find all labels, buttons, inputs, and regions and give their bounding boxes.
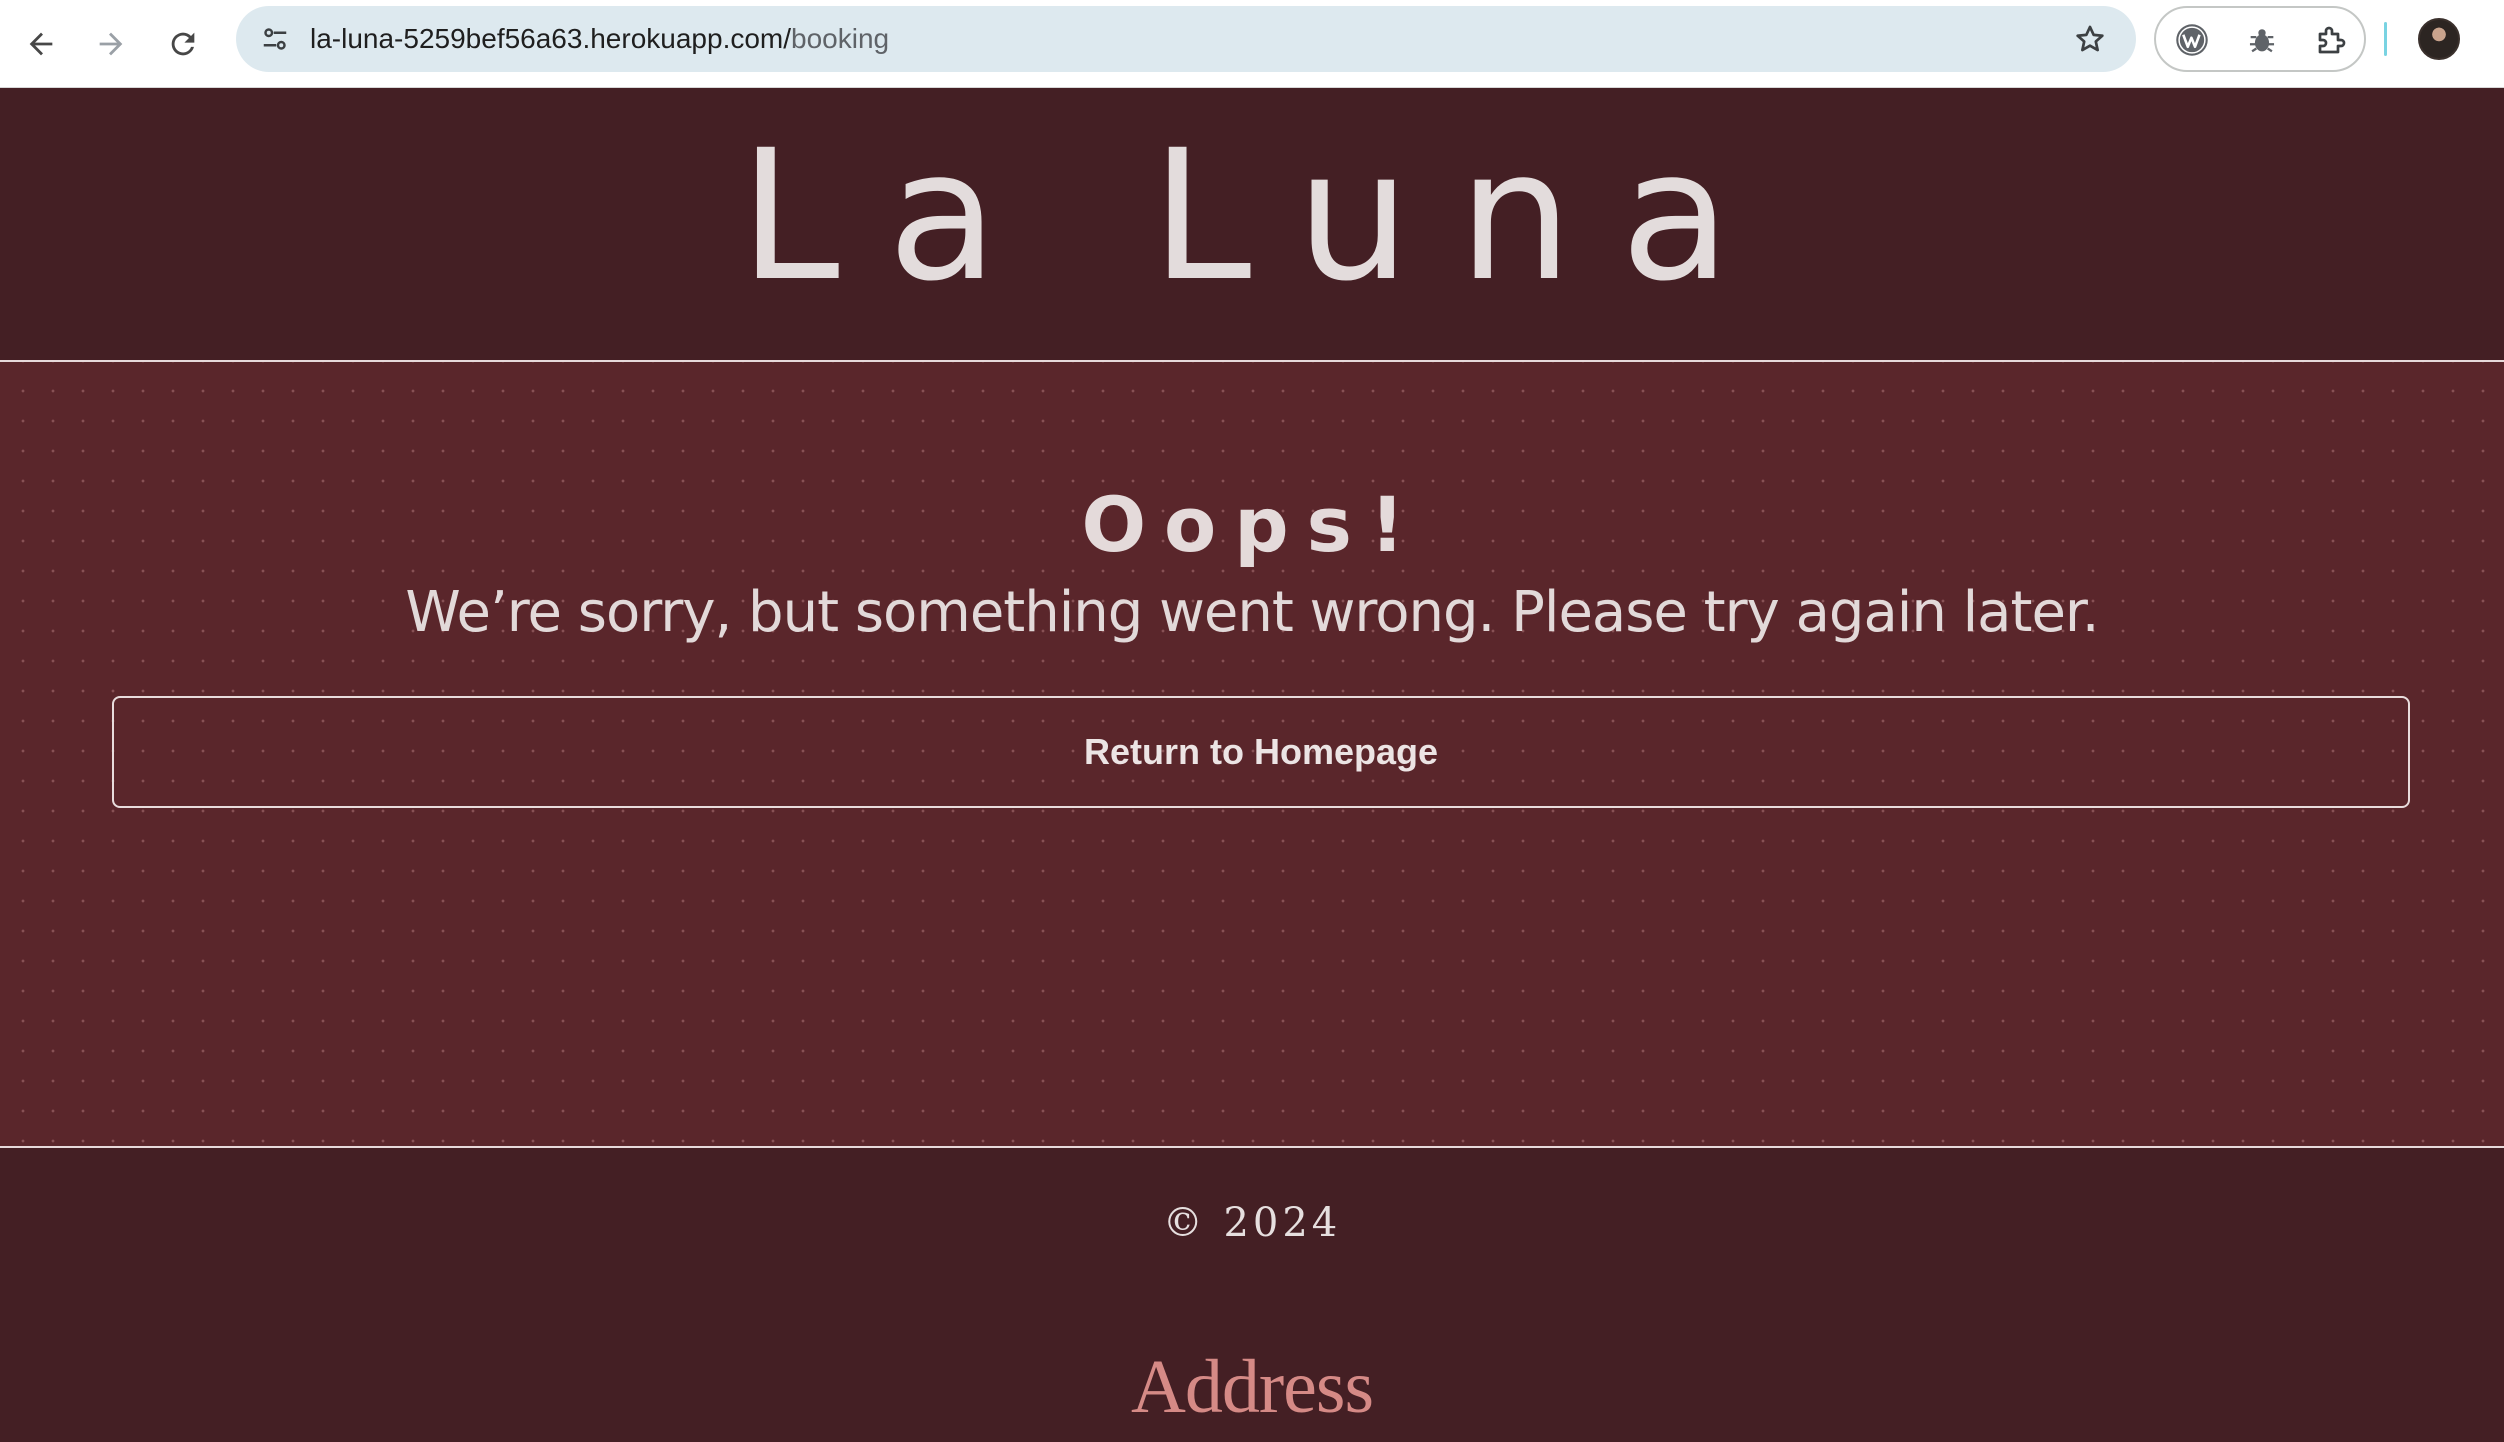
puzzle-icon — [2318, 26, 2346, 54]
wordpress-icon — [2176, 24, 2208, 56]
address-bar[interactable]: la-luna-5259bef56a63.herokuapp.com/booki… — [236, 6, 2136, 72]
star-icon — [2076, 25, 2104, 52]
extensions-group — [2154, 6, 2366, 72]
wordpress-extension-button[interactable] — [2170, 18, 2214, 62]
address-heading: Address — [1130, 1345, 1374, 1429]
url-path: booking — [791, 23, 890, 54]
profile-avatar[interactable] — [2418, 18, 2460, 60]
reload-icon — [171, 32, 195, 56]
error-message: We’re sorry, but something went wrong. P… — [405, 580, 2099, 645]
copyright-text: © 2024 — [1162, 1200, 1342, 1246]
bug-extension-button[interactable] — [2240, 18, 2284, 62]
error-section: Oops! We’re sorry, but something went wr… — [0, 362, 2504, 1146]
bookmark-button[interactable] — [2070, 19, 2110, 59]
arrow-left-icon — [29, 32, 53, 56]
site-footer: © 2024 Address — [0, 1146, 2504, 1442]
arrow-right-icon — [99, 32, 123, 56]
extensions-menu-button[interactable] — [2310, 18, 2354, 62]
tune-icon — [263, 28, 287, 50]
reload-button[interactable] — [156, 17, 210, 71]
bug-icon — [2249, 29, 2275, 53]
toolbar-divider — [2384, 22, 2387, 56]
forward-button[interactable] — [84, 17, 138, 71]
site-header: La Luna — [0, 88, 2504, 362]
url-host: la-luna-5259bef56a63.herokuapp.com/ — [310, 23, 792, 54]
url-text[interactable]: la-luna-5259bef56a63.herokuapp.com/booki… — [310, 6, 889, 72]
back-button[interactable] — [14, 17, 68, 71]
browser-toolbar: la-luna-5259bef56a63.herokuapp.com/booki… — [0, 0, 2504, 88]
error-title: Oops! — [1081, 480, 1423, 569]
brand-logo-text[interactable]: La Luna — [0, 88, 2504, 360]
site-info-button[interactable] — [250, 14, 300, 64]
return-home-button[interactable]: Return to Homepage — [112, 696, 2410, 808]
